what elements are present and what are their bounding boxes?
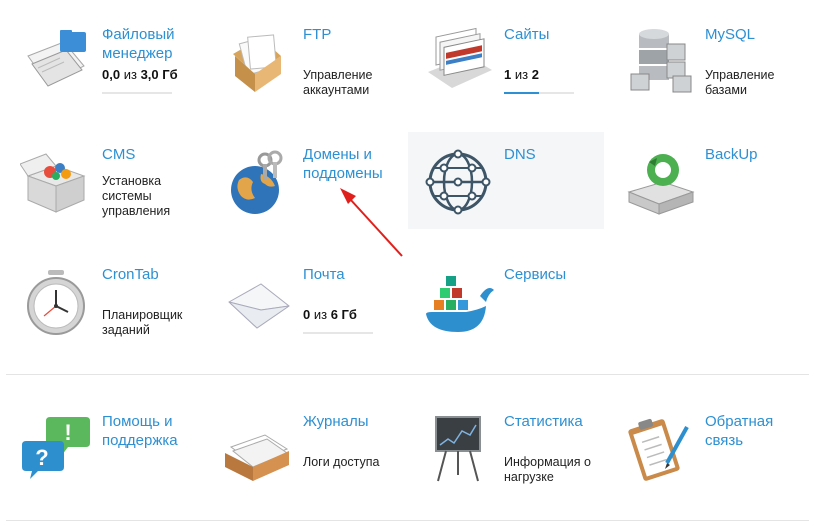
usage-bar <box>303 332 373 334</box>
tile-title[interactable]: BackUp <box>705 145 809 164</box>
tile-services[interactable]: Сервисы <box>408 252 608 362</box>
cms-box-icon <box>20 153 86 213</box>
usage-total: 6 Гб <box>330 307 357 322</box>
usage-sep: из <box>514 67 529 82</box>
tile-title[interactable]: MySQL <box>705 25 809 44</box>
tile-title[interactable]: Файловый менеджер <box>102 25 206 63</box>
tile-desc: Управление базами <box>705 68 775 97</box>
usage-sep: из <box>123 67 137 82</box>
usage-bar-fill <box>504 92 539 94</box>
tile-stats[interactable]: Статистика Информация о нагрузке <box>408 399 608 509</box>
usage-used: 0,0 <box>102 67 121 82</box>
tile-file-manager[interactable]: Файловый менеджер 0,0 из 3,0 Гб <box>6 12 206 122</box>
services-whale-icon <box>426 276 494 332</box>
section-divider <box>6 374 809 375</box>
tile-desc: Информация о нагрузке <box>504 455 591 484</box>
tile-crontab[interactable]: CronTab Планировщик заданий <box>6 252 206 362</box>
svg-text:!: ! <box>64 420 71 445</box>
clock-icon <box>27 270 85 335</box>
tile-title[interactable]: Сайты <box>504 25 608 44</box>
mail-envelope-icon <box>228 283 290 329</box>
tile-help[interactable]: ! ? Помощь и поддержка <box>6 399 206 509</box>
usage-readout: 1 из 2 <box>504 67 539 82</box>
tile-cms[interactable]: CMS Установка системы управления <box>6 132 206 242</box>
tile-domains[interactable]: Домены и поддомены <box>207 132 407 242</box>
tile-title[interactable]: Журналы <box>303 412 407 431</box>
help-chat-icon: ! ? <box>22 417 90 479</box>
section-divider-bottom <box>6 520 809 521</box>
usage-readout: 0 из 6 Гб <box>303 307 357 322</box>
tile-title[interactable]: FTP <box>303 25 407 44</box>
tile-ftp[interactable]: FTP Управление аккаунтами <box>207 12 407 122</box>
tile-title[interactable]: Домены и поддомены <box>303 145 407 183</box>
tile-title[interactable]: Помощь и поддержка <box>102 412 206 450</box>
tile-mail[interactable]: Почта 0 из 6 Гб <box>207 252 407 362</box>
usage-bar <box>504 92 574 94</box>
tile-sites[interactable]: Сайты 1 из 2 <box>408 12 608 122</box>
tile-desc: Управление аккаунтами <box>303 68 373 97</box>
usage-used: 1 <box>504 67 512 82</box>
tile-title[interactable]: Обратная связь <box>705 412 809 450</box>
file-manager-icon <box>27 30 86 87</box>
backup-disk-icon <box>627 154 695 215</box>
usage-readout: 0,0 из 3,0 Гб <box>102 67 178 82</box>
mysql-database-icon <box>630 29 692 93</box>
domains-globe-icon <box>231 150 283 214</box>
usage-sep: из <box>313 307 328 322</box>
stats-board-icon <box>435 416 481 482</box>
svg-text:?: ? <box>35 445 48 470</box>
tile-desc: Установка системы управления <box>102 174 171 218</box>
ftp-folder-icon <box>233 34 281 92</box>
tile-logs[interactable]: Журналы Логи доступа <box>207 399 407 509</box>
tile-desc: Планировщик заданий <box>102 308 183 337</box>
tile-backup[interactable]: BackUp <box>609 132 809 242</box>
clipboard-icon <box>628 418 689 481</box>
tile-title[interactable]: Почта <box>303 265 407 284</box>
tile-title[interactable]: Сервисы <box>504 265 608 284</box>
tile-desc: Логи доступа <box>303 455 380 469</box>
tile-title[interactable]: DNS <box>504 145 608 164</box>
dns-network-icon <box>425 149 491 215</box>
usage-total: 2 <box>531 67 539 82</box>
usage-total: 3,0 Гб <box>140 67 178 82</box>
usage-bar <box>102 92 172 94</box>
logs-tray-icon <box>225 434 289 481</box>
sites-icon <box>428 27 492 88</box>
tile-feedback[interactable]: Обратная связь <box>609 399 809 509</box>
tile-dns[interactable]: DNS <box>408 132 604 229</box>
tile-title[interactable]: CronTab <box>102 265 206 284</box>
usage-used: 0 <box>303 307 311 322</box>
tile-mysql[interactable]: MySQL Управление базами <box>609 12 809 122</box>
tile-title[interactable]: CMS <box>102 145 206 164</box>
tile-title[interactable]: Статистика <box>504 412 608 431</box>
